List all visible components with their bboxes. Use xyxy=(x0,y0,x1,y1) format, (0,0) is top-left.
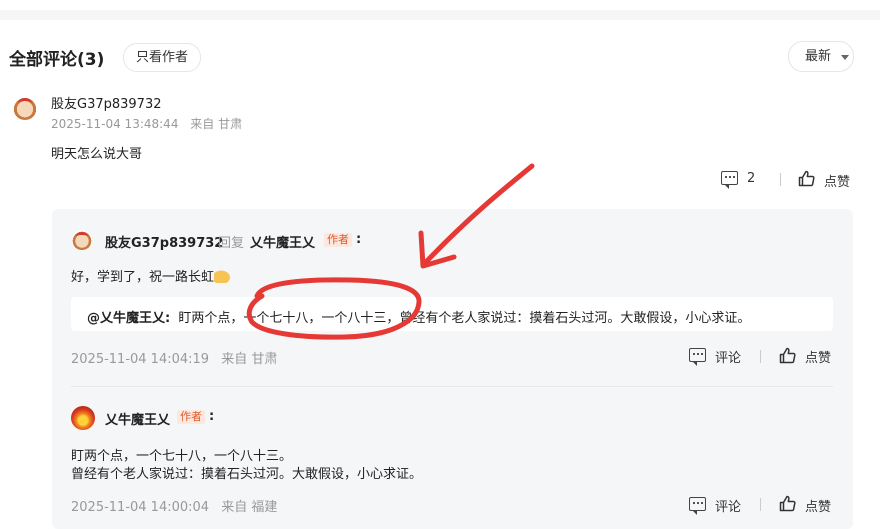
thumbs-up-icon xyxy=(779,495,796,512)
avatar[interactable] xyxy=(13,96,37,120)
comment-text: 明天怎么说大哥 xyxy=(51,147,143,162)
reply-time: 2025-11-04 14:00:04 xyxy=(71,500,210,515)
quoted-user[interactable]: @乂牛魔王乂: xyxy=(87,311,170,326)
reply-location: 来自 福建 xyxy=(221,500,278,515)
author-badge: 作者 xyxy=(324,233,352,247)
thumbs-up-icon xyxy=(779,347,796,364)
comment-icon xyxy=(721,171,738,189)
praying-hands-icon xyxy=(214,269,233,283)
sort-label: 最新 xyxy=(805,49,832,64)
reply-text-line1: 盯两个点，一个七十八，一个八十三。 xyxy=(71,449,293,464)
top-divider-strip xyxy=(0,10,880,20)
reply-time: 2025-11-04 14:04:19 xyxy=(71,352,210,367)
action-divider xyxy=(780,173,781,186)
reply-colon: : xyxy=(209,409,215,424)
reply-meta: 2025-11-04 14:04:19 来自 甘肃 xyxy=(71,348,277,367)
reply-avatar[interactable] xyxy=(72,230,92,250)
reply-meta: 2025-11-04 14:00:04 来自 福建 xyxy=(71,496,277,515)
author-only-button[interactable]: 只看作者 xyxy=(123,43,201,72)
like-label: 点赞 xyxy=(805,351,832,366)
reply-divider xyxy=(71,386,833,387)
comment-time: 2025-11-04 13:48:44 xyxy=(51,117,179,131)
comment-label: 评论 xyxy=(715,351,742,366)
thumbs-up-icon xyxy=(798,170,815,187)
reply-avatar[interactable] xyxy=(71,406,95,430)
chevron-down-icon xyxy=(841,55,849,60)
reply-word: 回复 xyxy=(218,236,245,251)
quoted-comment-text: @乂牛魔王乂: 盯两个点，一个七十八，一个八十三，曾经有个老人家说过：摸着石头过… xyxy=(87,307,750,326)
reply-location: 来自 甘肃 xyxy=(221,352,278,367)
comment-icon xyxy=(689,348,706,366)
action-divider xyxy=(760,498,761,511)
quoted-text: 盯两个点，一个七十八，一个八十三，曾经有个老人家说过：摸着石头过河。大敢假设，小… xyxy=(178,311,751,326)
reply-count: 2 xyxy=(747,171,756,186)
comment-meta: 2025-11-04 13:48:44 来自 甘肃 xyxy=(51,115,242,132)
comment-username[interactable]: 股友G37p839732 xyxy=(51,93,162,112)
comment-icon xyxy=(689,497,706,515)
comments-title: 全部评论(3) xyxy=(9,50,105,70)
reply-username[interactable]: 股友G37p839732 xyxy=(105,232,223,251)
reply-text-content: 好，学到了，祝一路长虹 xyxy=(71,270,215,285)
like-label: 点赞 xyxy=(824,175,851,190)
action-divider xyxy=(760,350,761,363)
author-badge: 作者 xyxy=(177,410,205,424)
comment-location: 来自 甘肃 xyxy=(190,117,243,131)
reply-username[interactable]: 乂牛魔王乂 xyxy=(105,409,170,428)
like-label: 点赞 xyxy=(805,500,832,515)
comments-header: 全部评论(3) 只看作者 最新 xyxy=(0,40,880,74)
reply-text-line2: 曾经有个老人家说过：摸着石头过河。大敢假设，小心求证。 xyxy=(71,467,423,482)
sort-dropdown[interactable]: 最新 xyxy=(788,41,854,72)
reply-to-username[interactable]: 乂牛魔王乂 xyxy=(250,232,315,251)
reply-text: 好，学到了，祝一路长虹 xyxy=(71,266,233,285)
reply-colon: : xyxy=(356,232,362,247)
top-bar xyxy=(0,0,880,22)
comment-label: 评论 xyxy=(715,500,742,515)
